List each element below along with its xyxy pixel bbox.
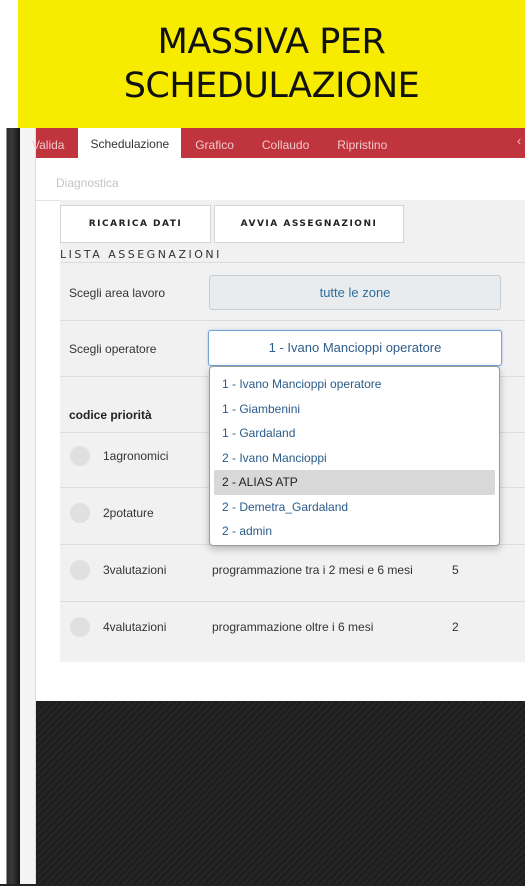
operator-dropdown-list: 1 - Ivano Mancioppi operatore 1 - Giambe… xyxy=(209,366,500,546)
row-code: 2potature xyxy=(103,506,154,520)
row-description: programmazione tra i 2 mesi e 6 mesi xyxy=(212,563,413,577)
row-description: programmazione oltre i 6 mesi xyxy=(212,620,374,634)
tab-grafico[interactable]: Grafico xyxy=(181,128,248,158)
device-frame-edge xyxy=(0,128,20,886)
area-select[interactable]: tutte le zone xyxy=(209,275,501,310)
tab-schedulazione[interactable]: Schedulazione xyxy=(78,128,182,158)
tab-collaudo[interactable]: Collaudo xyxy=(248,128,323,158)
operator-option-highlighted[interactable]: 2 - ALIAS ATP xyxy=(214,470,495,495)
tab-bar: Valida Schedulazione Grafico Collaudo Ri… xyxy=(32,128,525,158)
start-assignments-button[interactable]: AVVIA ASSEGNAZIONI xyxy=(214,205,404,243)
banner-line-2: SCHEDULAZIONE xyxy=(123,66,420,106)
divider xyxy=(60,601,525,602)
divider xyxy=(60,262,525,263)
tab-ripristino[interactable]: Ripristino xyxy=(323,128,401,158)
row-code: 4valutazioni xyxy=(103,620,167,634)
operator-label: Scegli operatore xyxy=(69,342,157,356)
row-select-circle[interactable] xyxy=(70,617,90,637)
row-code: 1agronomici xyxy=(103,449,169,463)
list-title: LISTA ASSEGNAZIONI xyxy=(60,248,222,261)
operator-option[interactable]: 1 - Giambenini xyxy=(214,397,495,422)
operator-option[interactable]: 2 - admin xyxy=(214,519,495,544)
divider xyxy=(60,320,525,321)
tab-diagnostica[interactable]: Diagnostica xyxy=(56,176,119,190)
footer-area xyxy=(36,701,525,884)
row-code: 3valutazioni xyxy=(103,563,167,577)
row-count: 5 xyxy=(452,563,459,577)
operator-option[interactable]: 1 - Gardaland xyxy=(214,421,495,446)
row-select-circle[interactable] xyxy=(70,446,90,466)
operator-option[interactable]: 1 - Ivano Mancioppi operatore xyxy=(214,372,495,397)
operator-select[interactable]: 1 - Ivano Mancioppi operatore xyxy=(208,330,502,366)
row-select-circle[interactable] xyxy=(70,560,90,580)
banner-line-1: MASSIVA PER xyxy=(157,22,386,62)
reload-data-button[interactable]: RICARICA DATI xyxy=(60,205,211,243)
operator-option[interactable]: 2 - Ivano Mancioppi xyxy=(214,446,495,471)
priority-code-header: codice priorità xyxy=(69,408,152,422)
tab-scroll-left-icon[interactable]: ‹ xyxy=(517,124,525,158)
area-label: Scegli area lavoro xyxy=(69,286,166,300)
operator-option[interactable]: 2 - Demetra_Gardaland xyxy=(214,495,495,520)
title-banner: MASSIVA PER SCHEDULAZIONE xyxy=(18,0,525,128)
tab-valida[interactable]: Valida xyxy=(32,128,78,158)
side-strip xyxy=(20,128,36,886)
row-select-circle[interactable] xyxy=(70,503,90,523)
row-count: 2 xyxy=(452,620,459,634)
